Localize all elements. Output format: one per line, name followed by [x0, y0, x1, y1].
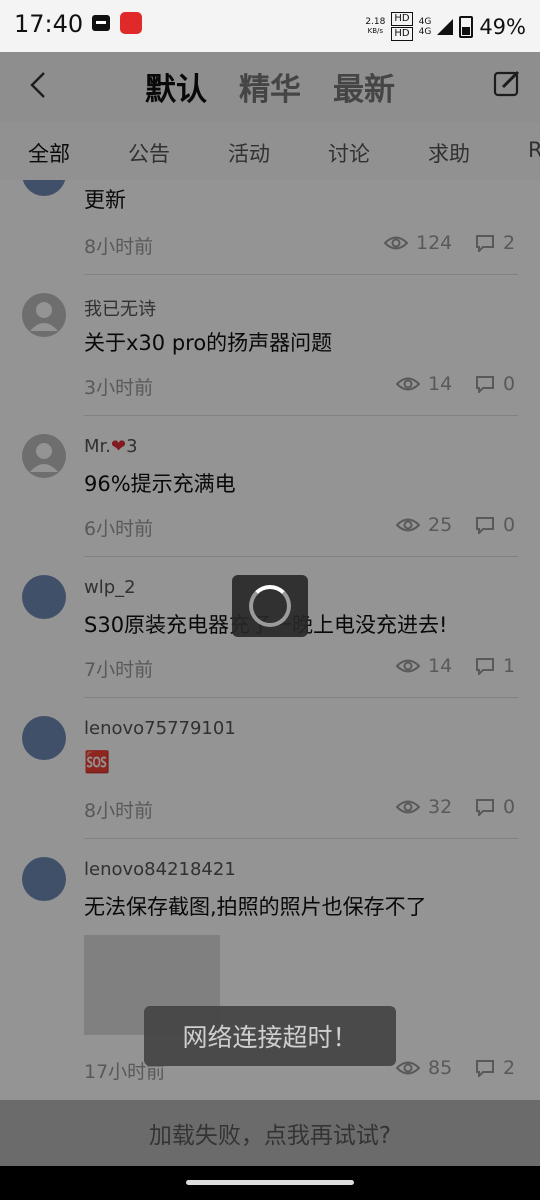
system-nav-bar: [0, 1166, 540, 1200]
loading-indicator: [232, 575, 308, 637]
shopping-app-icon: [120, 12, 142, 34]
network-speed: 2.18 KB/s: [365, 16, 386, 35]
hd-badge: HD: [391, 27, 413, 41]
battery-icon: [459, 15, 474, 38]
network-type: 4G 4G: [418, 16, 432, 37]
hd-badges: HD HD: [391, 12, 413, 41]
status-time: 17:40: [14, 10, 84, 38]
message-app-icon: [92, 15, 110, 31]
signal-icon: [437, 18, 454, 35]
timeout-toast: 网络连接超时！: [144, 1006, 396, 1066]
home-indicator[interactable]: [186, 1180, 354, 1185]
status-indicators: 2.18 KB/s HD HD 4G 4G 49%: [365, 12, 526, 41]
hd-badge: HD: [391, 12, 413, 26]
battery-percent: 49%: [479, 14, 526, 39]
spinner-icon: [249, 585, 291, 627]
status-bar: 17:40 2.18 KB/s HD HD 4G 4G 49%: [0, 0, 540, 52]
